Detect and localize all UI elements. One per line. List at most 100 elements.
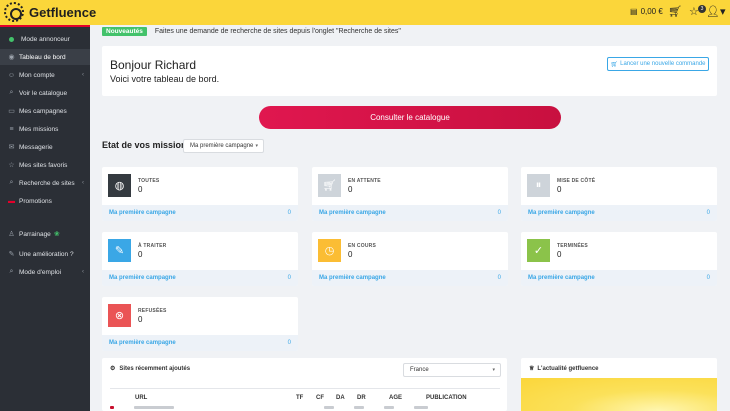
row-placeholder — [414, 406, 428, 409]
list-icon: ≡ — [9, 125, 14, 133]
wrench-icon: ✎ — [8, 251, 15, 258]
logo-icon — [4, 2, 24, 22]
sidebar-item-mon-compte[interactable]: ☺ Mon compte ‹ — [0, 67, 90, 83]
user-menu-icon[interactable]: 👤︎▾ — [706, 5, 726, 19]
column-header[interactable]: DA — [336, 395, 345, 401]
campaign-link[interactable]: Ma première campagne — [109, 340, 176, 346]
country-select-value: France — [410, 367, 429, 373]
mission-card-en-attente[interactable]: 🛒︎ EN ATTENTE 0 Ma première campagne 0 — [312, 167, 508, 221]
campaign-count: 0 — [287, 275, 291, 281]
column-header[interactable]: PUBLICATION — [426, 395, 467, 401]
mission-card-terminees[interactable]: ✓ TERMINÉES 0 Ma première campagne 0 — [521, 232, 717, 286]
message-icon: ✉ — [8, 144, 15, 151]
row-placeholder — [134, 406, 174, 409]
campaign-link[interactable]: Ma première campagne — [528, 275, 595, 281]
mission-card-refusees[interactable]: ⊗ REFUSÉES 0 Ma première campagne 0 — [102, 297, 298, 351]
news-banner-image[interactable] — [521, 378, 717, 411]
mission-card-toutes[interactable]: ◍ TOUTES 0 Ma première campagne 0 — [102, 167, 298, 221]
sidebar-item-recherche-de-sites[interactable]: ⌕ Recherche de sites ‹ — [0, 175, 90, 191]
wallet-icon: ▤ — [630, 7, 638, 16]
column-header[interactable]: CF — [316, 395, 324, 401]
new-order-label: Lancer une nouvelle commande — [620, 61, 706, 67]
new-order-button[interactable]: 🛒︎ Lancer une nouvelle commande — [607, 57, 709, 71]
referral-icon: ♙ — [8, 231, 15, 238]
gift-icon: ❀ — [53, 231, 60, 238]
row-placeholder — [384, 406, 394, 409]
brand-name: Getfluence — [29, 4, 97, 20]
mission-campaign-row[interactable]: Ma première campagne 0 — [312, 270, 508, 286]
search-icon: ⌕ — [9, 179, 14, 186]
sidebar-item-mode-annonceur[interactable]: Mode annonceur — [0, 31, 90, 47]
mission-campaign-row[interactable]: Ma première campagne 0 — [102, 270, 298, 286]
cart-icon: 🛒︎ — [318, 174, 341, 197]
mission-count: 0 — [348, 250, 353, 259]
sites-table-header: URL TF CF DA DR AGE PUBLICATION — [110, 388, 500, 404]
column-header[interactable]: AGE — [389, 395, 402, 401]
news-panel-header: ♕ L'actualité getfluence — [529, 365, 599, 373]
chevron-icon: ‹ — [82, 72, 84, 78]
column-header[interactable]: DR — [357, 395, 366, 401]
mission-label: TERMINÉES — [557, 243, 588, 249]
wallet-balance[interactable]: ▤ 0,00 € — [630, 7, 663, 16]
mission-campaign-row[interactable]: Ma première campagne 0 — [521, 205, 717, 221]
brand-logo[interactable]: Getfluence — [4, 2, 96, 22]
campaign-link[interactable]: Ma première campagne — [109, 210, 176, 216]
sidebar-item-label: Mes missions — [19, 125, 59, 133]
campaign-link[interactable]: Ma première campagne — [319, 275, 386, 281]
sidebar-item-mes-sites-favoris[interactable]: ☆ Mes sites favoris — [0, 157, 90, 173]
mission-label: TOUTES — [138, 178, 160, 184]
sidebar-item-label: Une amélioration ? — [19, 250, 74, 258]
favorites-badge: 3 — [698, 5, 706, 13]
campaign-count: 0 — [497, 275, 501, 281]
recent-sites-title: Sites récemment ajoutés — [119, 365, 191, 372]
sidebar-item-mes-missions[interactable]: ≡ Mes missions — [0, 121, 90, 137]
sidebar-item-mes-campagnes[interactable]: ▭ Mes campagnes — [0, 103, 90, 119]
mission-label: REFUSÉES — [138, 308, 167, 314]
column-header[interactable]: URL — [135, 395, 147, 401]
row-placeholder — [354, 406, 364, 409]
campaign-link[interactable]: Ma première campagne — [319, 210, 386, 216]
catalog-button[interactable]: Consulter le catalogue — [259, 106, 561, 129]
campaign-count: 0 — [497, 210, 501, 216]
sidebar-item-label: Tableau de bord — [19, 53, 66, 61]
row-placeholder — [324, 406, 334, 409]
mission-card-en-cours[interactable]: ◷ EN COURS 0 Ma première campagne 0 — [312, 232, 508, 286]
campaign-count: 0 — [287, 210, 291, 216]
campaign-link[interactable]: Ma première campagne — [109, 275, 176, 281]
mission-count: 0 — [138, 315, 143, 324]
mission-label: EN ATTENTE — [348, 178, 381, 184]
sidebar-item-promotions[interactable]: ▬ Promotions — [0, 193, 90, 209]
mission-campaign-row[interactable]: Ma première campagne 0 — [521, 270, 717, 286]
mission-card-a-traiter[interactable]: ✎ À TRAITER 0 Ma première campagne 0 — [102, 232, 298, 286]
cart-icon[interactable]: 🛒︎ — [668, 5, 682, 19]
sidebar-item-label: Parrainage — [19, 230, 51, 238]
sidebar-item-tableau-de-bord[interactable]: ◉ Tableau de bord — [0, 49, 90, 65]
mission-campaign-row[interactable]: Ma première campagne 0 — [102, 205, 298, 221]
sidebar-item-voir-le-catalogue[interactable]: ⌕ Voir le catalogue — [0, 85, 90, 101]
flag-icon — [110, 406, 114, 409]
sidebar: Mode annonceur ◉ Tableau de bord ☺ Mon c… — [0, 25, 90, 411]
country-select[interactable]: France ▾ — [403, 363, 501, 377]
globe-icon: ◍ — [108, 174, 131, 197]
campaign-count: 0 — [287, 340, 291, 346]
status-dot-icon — [9, 36, 14, 42]
news-panel: ♕ L'actualité getfluence — [521, 358, 717, 411]
campaign-count: 0 — [706, 210, 710, 216]
sidebar-item-mode-emploi[interactable]: ⌕ Mode d'emploi ‹ — [0, 264, 90, 280]
sidebar-item-messagerie[interactable]: ✉ Messagerie — [0, 139, 90, 155]
mission-campaign-row[interactable]: Ma première campagne 0 — [102, 335, 298, 351]
mission-label: EN COURS — [348, 243, 376, 249]
mission-campaign-row[interactable]: Ma première campagne 0 — [312, 205, 508, 221]
dashboard-icon: ◉ — [8, 54, 15, 61]
sidebar-item-label: Mon compte — [19, 71, 55, 79]
column-header[interactable]: TF — [296, 395, 303, 401]
sidebar-item-parrainage[interactable]: ♙ Parrainage ❀ — [0, 226, 90, 242]
top-bar: Getfluence ▤ 0,00 € 🛒︎ ☆ 3 👤︎▾ — [0, 0, 730, 25]
mission-card-mise-de-cote[interactable]: ⏸︎ MISE DE CÔTÉ 0 Ma première campagne 0 — [521, 167, 717, 221]
folder-icon: ▭ — [8, 108, 15, 115]
table-row[interactable] — [110, 406, 500, 410]
campaign-link[interactable]: Ma première campagne — [528, 210, 595, 216]
sidebar-item-une-amelioration[interactable]: ✎ Une amélioration ? — [0, 246, 90, 262]
campaign-select[interactable]: Ma première campagne ▾ — [183, 139, 264, 153]
row-spacer — [194, 406, 304, 409]
